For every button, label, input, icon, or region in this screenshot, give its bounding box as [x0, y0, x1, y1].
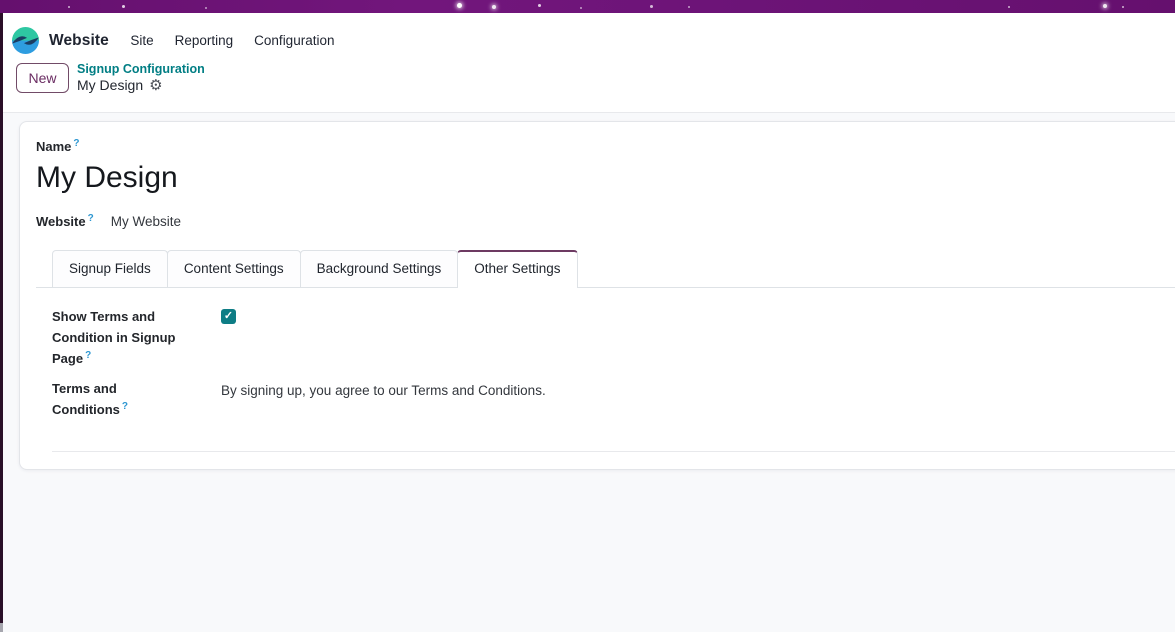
sparkle-icon [1122, 6, 1124, 8]
sparkle-icon [650, 5, 653, 8]
window-edge-foot [0, 623, 3, 632]
breadcrumb: Signup Configuration My Design ⚙ [77, 62, 205, 94]
new-button[interactable]: New [16, 63, 69, 93]
tab-background-settings[interactable]: Background Settings [299, 250, 459, 287]
card-bottom-divider [52, 451, 1175, 452]
website-select[interactable]: My Website [111, 214, 181, 229]
window-edge [0, 13, 3, 623]
sparkle-icon [538, 4, 541, 7]
website-app-icon [12, 27, 39, 54]
breadcrumb-current: My Design ⚙ [77, 77, 205, 94]
main-navbar: Website Site Reporting Configuration [3, 13, 1175, 59]
help-icon: ? [87, 212, 94, 224]
website-field-row: Website? My Website [36, 212, 1175, 230]
menu-reporting[interactable]: Reporting [164, 27, 244, 54]
help-icon: ? [85, 349, 92, 361]
gear-icon[interactable]: ⚙ [149, 78, 162, 93]
sparkle-icon [580, 7, 582, 9]
name-input[interactable]: My Design [36, 159, 1175, 197]
show-terms-checkbox[interactable]: ✓ [221, 309, 236, 324]
sparkle-icon [205, 7, 207, 9]
other-settings-panel: Show Terms and Condition in Signup Page?… [36, 306, 1175, 420]
control-panel: New Signup Configuration My Design ⚙ [3, 62, 1175, 94]
form-card: Name? My Design Website? My Website Sign… [19, 121, 1175, 470]
sparkle-icon [457, 3, 462, 8]
sparkle-icon [1008, 6, 1010, 8]
show-terms-label: Show Terms and Condition in Signup Page? [52, 309, 176, 366]
top-promo-bar [0, 0, 1175, 13]
app-name[interactable]: Website [49, 32, 109, 50]
sparkle-icon [688, 6, 690, 8]
menu-configuration[interactable]: Configuration [244, 27, 345, 54]
tab-content-settings[interactable]: Content Settings [166, 250, 301, 287]
checkbox-check-icon: ✓ [223, 310, 234, 322]
help-icon: ? [73, 137, 80, 149]
breadcrumb-current-label: My Design [77, 77, 144, 93]
menu-site[interactable]: Site [120, 27, 164, 54]
website-field-label: Website? [36, 212, 94, 229]
help-icon: ? [121, 400, 128, 412]
sparkle-icon [68, 6, 70, 8]
app-switcher-button[interactable]: Website [12, 27, 109, 54]
terms-field-row: Terms and Conditions? By signing up, you… [52, 378, 1175, 420]
terms-label: Terms and Conditions? [52, 381, 128, 417]
header: Website Site Reporting Configuration New… [3, 13, 1175, 113]
show-terms-field-row: Show Terms and Condition in Signup Page?… [52, 306, 1175, 369]
sparkle-icon [1103, 4, 1107, 8]
navbar-menu: Site Reporting Configuration [120, 27, 345, 54]
name-field-label: Name? [36, 137, 80, 154]
tab-signup-fields[interactable]: Signup Fields [52, 250, 168, 287]
form-tabs: Signup Fields Content Settings Backgroun… [36, 250, 1175, 288]
tab-other-settings[interactable]: Other Settings [457, 250, 578, 288]
sparkle-icon [122, 5, 125, 8]
breadcrumb-parent-link[interactable]: Signup Configuration [77, 62, 205, 77]
sparkle-icon [492, 5, 496, 9]
terms-text-input[interactable]: By signing up, you agree to our Terms an… [221, 380, 546, 401]
